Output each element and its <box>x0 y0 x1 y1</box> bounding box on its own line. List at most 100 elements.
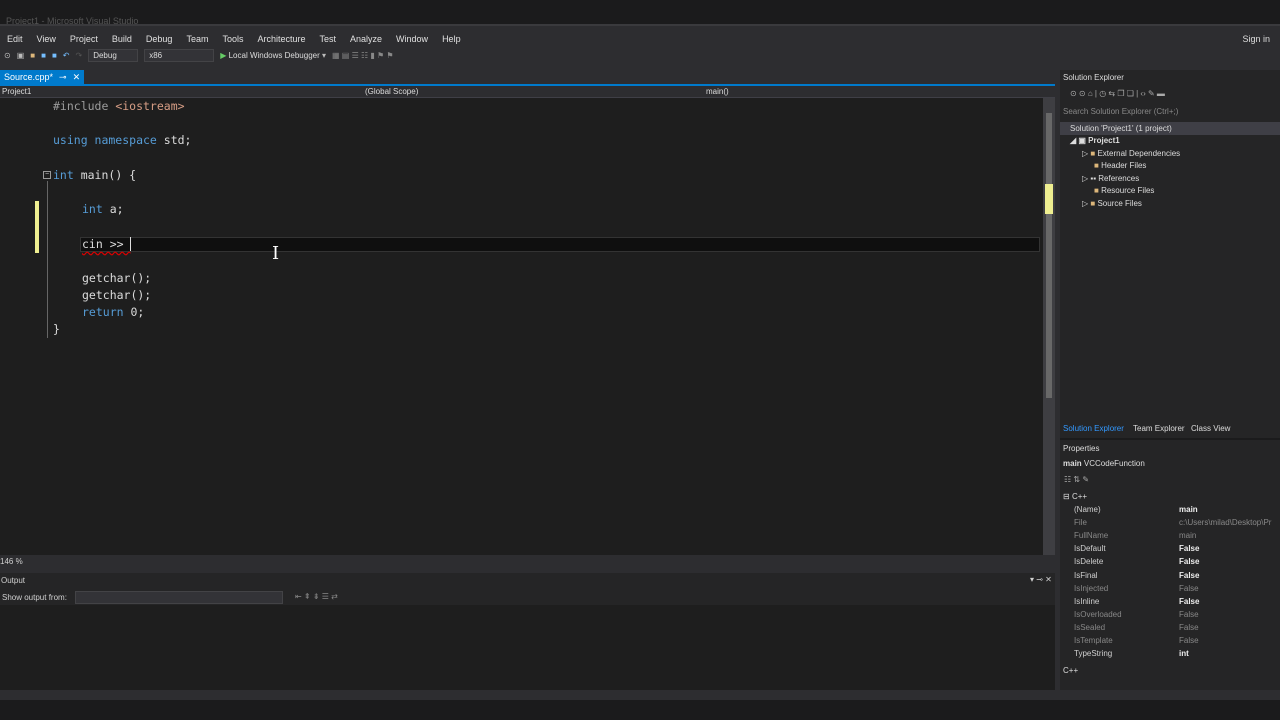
project-node[interactable]: ◢ ▣ Project1 <box>1070 136 1120 145</box>
tab-class-view[interactable]: Class View <box>1191 424 1230 433</box>
tab-label: Source.cpp* <box>4 72 54 82</box>
property-name: IsDefault <box>1074 544 1106 554</box>
toolbar-misc-icons[interactable]: ▦ ▤ ☰ ☷ ▮ ⚑ ⚑ <box>332 51 394 60</box>
project-dropdown[interactable]: Project1 <box>2 87 31 96</box>
property-value[interactable]: False <box>1179 610 1199 623</box>
property-row[interactable]: File c:\Users\milad\Desktop\Pr <box>1074 518 1279 531</box>
category-cpp[interactable]: ⊟ C++ <box>1063 492 1087 501</box>
code-line-1: #include <iostream> <box>53 99 185 113</box>
change-marker <box>35 201 39 253</box>
status-bar <box>0 690 1280 700</box>
property-row[interactable]: IsInline False <box>1074 597 1279 610</box>
property-value[interactable]: main <box>1179 505 1198 518</box>
menu-debug[interactable]: Debug <box>139 32 180 46</box>
editor-vertical-scrollbar[interactable] <box>1043 98 1055 555</box>
redo-icon[interactable]: ↷ <box>76 51 83 60</box>
open-icon[interactable]: ■ <box>30 51 35 60</box>
menu-bar: Edit View Project Build Debug Team Tools Archit… <box>0 32 468 46</box>
property-row[interactable]: IsSealed False <box>1074 623 1279 636</box>
property-name: IsInline <box>1074 596 1100 606</box>
property-value[interactable]: False <box>1179 597 1199 610</box>
sign-in-link[interactable]: Sign in <box>1242 34 1270 44</box>
property-name: IsSealed <box>1074 622 1106 632</box>
property-value[interactable]: c:\Users\milad\Desktop\Pr <box>1179 518 1271 531</box>
menu-edit[interactable]: Edit <box>0 32 30 46</box>
save-icon[interactable]: ■ <box>41 51 46 60</box>
tab-source-cpp[interactable]: Source.cpp* ⊸ ✕ <box>0 70 85 84</box>
output-toolbar-icons[interactable]: ⇤ ⇞ ⇟ ☰ ⇄ <box>295 592 338 601</box>
menu-team[interactable]: Team <box>179 32 215 46</box>
property-value[interactable]: False <box>1179 557 1199 570</box>
code-line-3: using namespace std; <box>53 133 192 147</box>
property-value[interactable]: main <box>1179 531 1196 544</box>
properties-object[interactable]: main VCCodeFunction <box>1063 459 1145 468</box>
tree-references[interactable]: ▷ ▪▪ References <box>1082 174 1139 183</box>
code-line-13: return 0; <box>82 305 145 319</box>
property-name: (Name) <box>1074 505 1101 514</box>
property-value[interactable]: False <box>1179 623 1199 636</box>
property-row[interactable]: IsFinal False <box>1074 571 1279 584</box>
menu-architecture[interactable]: Architecture <box>250 32 312 46</box>
property-row[interactable]: IsDefault False <box>1074 544 1279 557</box>
new-project-icon[interactable]: ▣ <box>17 51 25 60</box>
menu-tools[interactable]: Tools <box>215 32 250 46</box>
output-close-icon[interactable]: ▾ ⊸ ✕ <box>1030 575 1052 584</box>
panel-divider <box>1060 438 1280 440</box>
property-row[interactable]: IsOverloaded False <box>1074 610 1279 623</box>
navigation-bar: Project1 (Global Scope) main() <box>0 86 1055 98</box>
save-all-icon[interactable]: ■ <box>52 51 57 60</box>
pin-icon[interactable]: ⊸ <box>59 70 67 84</box>
property-value[interactable]: int <box>1179 649 1189 662</box>
property-value[interactable]: False <box>1179 571 1199 584</box>
solution-search-input[interactable]: Search Solution Explorer (Ctrl+;) <box>1063 107 1178 116</box>
current-line-highlight <box>80 237 1040 252</box>
properties-description: C++ <box>1063 666 1079 675</box>
mouse-ibeam-cursor: I <box>272 243 280 264</box>
property-row[interactable]: TypeString int <box>1074 649 1279 662</box>
undo-icon[interactable]: ↶ <box>63 51 70 60</box>
property-value[interactable]: False <box>1179 584 1199 597</box>
property-row[interactable]: IsInjected False <box>1074 584 1279 597</box>
tree-external-dependencies[interactable]: ▷ ■ External Dependencies <box>1082 149 1180 158</box>
menu-view[interactable]: View <box>30 32 63 46</box>
property-value[interactable]: False <box>1179 636 1199 649</box>
menu-test[interactable]: Test <box>313 32 344 46</box>
close-icon[interactable]: ✕ <box>73 70 81 84</box>
scroll-thumb[interactable] <box>1046 113 1052 398</box>
collapse-icon[interactable]: − <box>43 171 51 179</box>
property-name: IsInjected <box>1074 583 1109 593</box>
platform-select[interactable]: x86 <box>144 48 215 62</box>
config-select[interactable]: Debug <box>88 48 139 62</box>
tree-header-files[interactable]: ■ Header Files <box>1094 161 1146 170</box>
output-source-select[interactable] <box>75 591 283 604</box>
tab-solution-explorer[interactable]: Solution Explorer <box>1063 424 1124 433</box>
tree-source-files[interactable]: ▷ ■ Source Files <box>1082 199 1142 208</box>
zoom-level[interactable]: 146 % <box>0 557 23 566</box>
menu-help[interactable]: Help <box>435 32 468 46</box>
play-icon: ▶ <box>220 50 227 60</box>
code-line-12: getchar(); <box>82 288 152 302</box>
code-editor[interactable]: − #include <iostream> using namespace st… <box>0 98 1055 555</box>
menu-project[interactable]: Project <box>63 32 105 46</box>
member-dropdown[interactable]: main() <box>706 87 729 96</box>
forward-icon[interactable]: ⊙ <box>4 51 11 60</box>
properties-title: Properties <box>1063 444 1100 453</box>
code-line-7: int a; <box>82 202 124 216</box>
menu-window[interactable]: Window <box>389 32 435 46</box>
property-row[interactable]: IsDelete False <box>1074 557 1279 570</box>
run-button[interactable]: ▶ Local Windows Debugger ▾ <box>220 51 326 60</box>
property-row[interactable]: (Name) main <box>1074 505 1279 518</box>
scope-dropdown[interactable]: (Global Scope) <box>365 87 418 96</box>
output-content[interactable] <box>0 605 1055 690</box>
menu-analyze[interactable]: Analyze <box>343 32 389 46</box>
change-overview-marker <box>1045 184 1053 214</box>
tree-resource-files[interactable]: ■ Resource Files <box>1094 186 1154 195</box>
tab-team-explorer[interactable]: Team Explorer <box>1133 424 1185 433</box>
property-value[interactable]: False <box>1179 544 1199 557</box>
property-row[interactable]: FullName main <box>1074 531 1279 544</box>
properties-toolbar[interactable]: ☷ ⇅ ✎ <box>1064 475 1089 484</box>
solution-node[interactable]: Solution 'Project1' (1 project) <box>1070 124 1172 133</box>
property-row[interactable]: IsTemplate False <box>1074 636 1279 649</box>
solution-explorer-toolbar[interactable]: ⊙ ⊙ ⌂ | ◷ ⇆ ❐ ❏ | ‹› ✎ ▬ <box>1070 89 1165 98</box>
menu-build[interactable]: Build <box>105 32 139 46</box>
